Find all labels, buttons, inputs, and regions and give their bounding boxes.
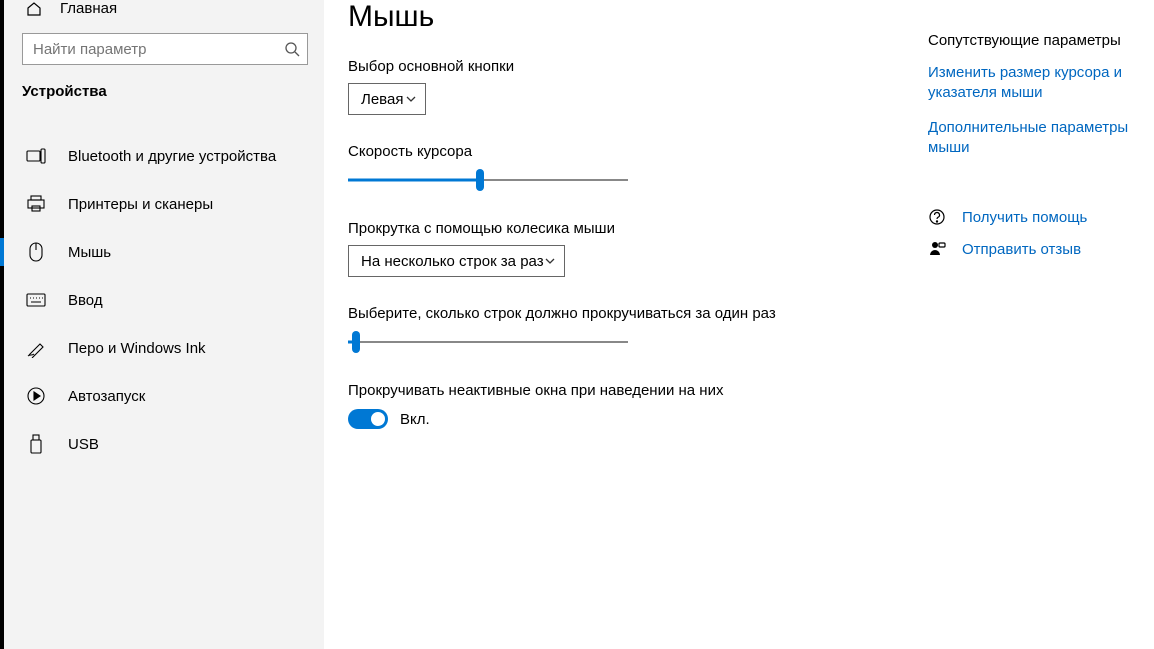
search-icon: [284, 41, 300, 57]
sidebar-item-label: Перо и Windows Ink: [68, 340, 206, 357]
sidebar-item-printers[interactable]: Принтеры и сканеры: [4, 180, 324, 228]
primary-button-dropdown[interactable]: Левая: [348, 83, 426, 115]
help-icon: [928, 208, 946, 226]
sidebar-item-label: Ввод: [68, 292, 103, 309]
home-label: Главная: [60, 0, 117, 17]
page-title: Мышь: [348, 0, 888, 34]
scroll-lines-label: Выберите, сколько строк должно прокручив…: [348, 305, 888, 322]
sidebar-section-title: Устройства: [4, 83, 324, 114]
cursor-speed-slider[interactable]: [348, 168, 628, 192]
home-icon: [26, 1, 42, 17]
sidebar-item-pen[interactable]: Перо и Windows Ink: [4, 324, 324, 372]
sidebar-item-bluetooth[interactable]: Bluetooth и другие устройства: [4, 132, 324, 180]
sidebar-item-autoplay[interactable]: Автозапуск: [4, 372, 324, 420]
keyboard-icon: [26, 290, 46, 310]
get-help-link[interactable]: Получить помощь: [928, 208, 1148, 226]
scroll-lines-slider[interactable]: [348, 330, 628, 354]
sidebar-item-label: Мышь: [68, 244, 111, 261]
cursor-speed-label: Скорость курсора: [348, 143, 888, 160]
feedback-label: Отправить отзыв: [962, 241, 1081, 258]
scroll-mode-label: Прокрутка с помощью колесика мыши: [348, 220, 888, 237]
sidebar-item-label: USB: [68, 436, 99, 453]
sidebar-item-label: Автозапуск: [68, 388, 145, 405]
scroll-mode-dropdown[interactable]: На несколько строк за раз: [348, 245, 565, 277]
mouse-icon: [26, 242, 46, 262]
toggle-state-label: Вкл.: [400, 411, 430, 428]
printer-icon: [26, 194, 46, 214]
autoplay-icon: [26, 386, 46, 406]
dropdown-value: На несколько строк за раз: [361, 253, 544, 270]
usb-icon: [26, 434, 46, 454]
dropdown-value: Левая: [361, 91, 403, 108]
sidebar-item-label: Bluetooth и другие устройства: [68, 148, 276, 165]
sidebar-item-label: Принтеры и сканеры: [68, 196, 213, 213]
search-input[interactable]: [22, 33, 308, 65]
link-additional-mouse[interactable]: Дополнительные параметры мыши: [928, 118, 1148, 159]
feedback-link[interactable]: Отправить отзыв: [928, 240, 1148, 258]
link-cursor-size[interactable]: Изменить размер курсора и указателя мыши: [928, 63, 1148, 104]
primary-button-label: Выбор основной кнопки: [348, 58, 888, 75]
feedback-icon: [928, 240, 946, 258]
inactive-scroll-toggle[interactable]: [348, 409, 388, 429]
help-label: Получить помощь: [962, 209, 1087, 226]
devices-icon: [26, 146, 46, 166]
sidebar-item-usb[interactable]: USB: [4, 420, 324, 468]
sidebar-item-mouse[interactable]: Мышь: [4, 228, 324, 276]
pen-icon: [26, 338, 46, 358]
home-link[interactable]: Главная: [4, 0, 324, 27]
chevron-down-icon: [544, 255, 556, 267]
sidebar-item-typing[interactable]: Ввод: [4, 276, 324, 324]
related-settings-title: Сопутствующие параметры: [928, 32, 1148, 49]
chevron-down-icon: [405, 93, 417, 105]
inactive-scroll-label: Прокручивать неактивные окна при наведен…: [348, 382, 888, 399]
